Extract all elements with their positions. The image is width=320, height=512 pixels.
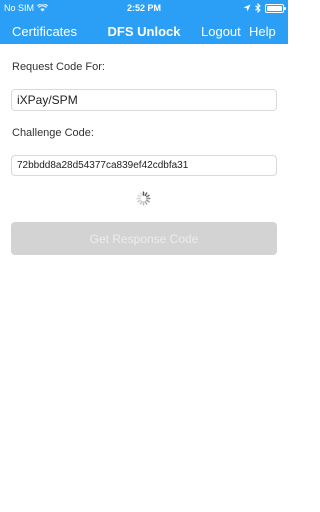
challenge-code-field[interactable]: 72bbdd8a28d54377ca839ef42cdbfa31	[11, 155, 277, 176]
battery-cap	[284, 7, 286, 10]
nav-bar: Certificates DFS Unlock Logout Help	[0, 20, 288, 44]
bluetooth-icon	[255, 3, 261, 13]
get-response-code-label: Get Response Code	[89, 231, 199, 246]
get-response-code-button[interactable]: Get Response Code	[11, 222, 277, 255]
app-header: No SIM 2:52 PM Certificates DFS Unlock L…	[0, 0, 288, 44]
battery-icon	[265, 3, 286, 13]
spinner-icon	[136, 191, 151, 206]
help-button[interactable]: Help	[249, 24, 276, 39]
page-title: DFS Unlock	[0, 24, 288, 39]
status-icons	[243, 3, 286, 13]
battery-fill	[267, 5, 282, 11]
challenge-code-value: 72bbdd8a28d54377ca839ef42cdbfa31	[17, 160, 189, 171]
request-code-label: Request Code For:	[12, 61, 105, 73]
location-arrow-icon	[243, 4, 251, 12]
logout-button[interactable]: Logout	[201, 24, 241, 39]
request-code-field[interactable]: iXPay/SPM	[11, 89, 277, 111]
request-code-value: iXPay/SPM	[17, 93, 78, 107]
challenge-code-label: Challenge Code:	[12, 127, 94, 139]
status-bar: No SIM 2:52 PM	[0, 0, 288, 18]
page-title-text: DFS Unlock	[107, 24, 181, 39]
